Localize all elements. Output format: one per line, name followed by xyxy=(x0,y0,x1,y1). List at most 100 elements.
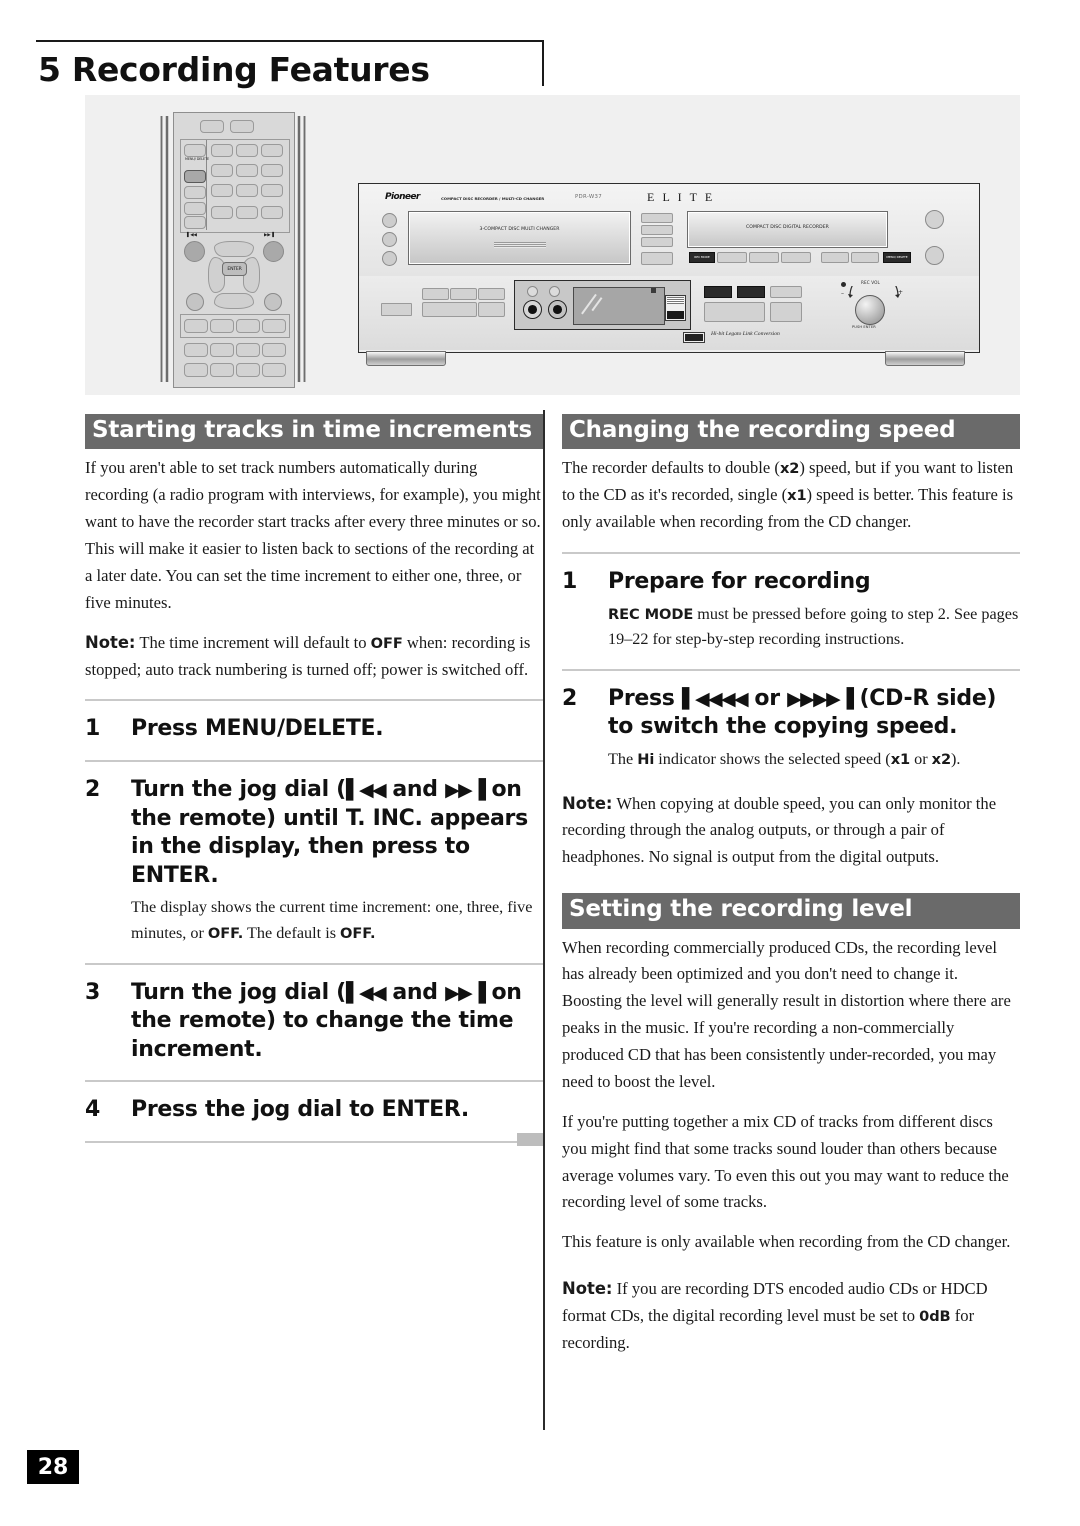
remote-round-button-left[interactable] xyxy=(186,293,204,311)
remote-top-button-2[interactable] xyxy=(230,120,254,133)
remote-bottom-3[interactable] xyxy=(236,343,260,357)
deck-lower-btn-4[interactable] xyxy=(422,302,477,317)
remote-left-edge xyxy=(165,116,169,382)
note-off-1: OFF xyxy=(370,634,403,652)
deck-elite-button-1[interactable] xyxy=(641,213,673,223)
remote-bottom-1[interactable] xyxy=(184,343,208,357)
remote-transport-1[interactable] xyxy=(184,319,208,333)
remote-key-3[interactable] xyxy=(261,144,283,157)
rec-mode-emphasis: REC MODE xyxy=(608,605,694,623)
remote-key-l3[interactable] xyxy=(184,186,206,199)
speed-step-2: 2 Press ▌◀◀◀◀ or ▶▶▶▶▐ (CD-R side) to sw… xyxy=(562,685,1020,773)
remote-enter-button[interactable]: ENTER xyxy=(222,262,247,276)
remote-key-8[interactable] xyxy=(236,184,258,197)
remote-bottom-7[interactable] xyxy=(236,363,260,377)
remote-key-4[interactable] xyxy=(211,164,233,177)
deck-knob-top[interactable] xyxy=(925,210,944,229)
remote-key-1[interactable] xyxy=(211,144,233,157)
remote-bottom-6[interactable] xyxy=(210,363,234,377)
remote-key-l4[interactable] xyxy=(184,202,206,215)
deck-lower-btn-3[interactable] xyxy=(478,288,505,300)
deck-button-d[interactable] xyxy=(821,252,849,263)
deck-lower-btn-5[interactable] xyxy=(478,302,505,317)
step-2: 2 Turn the jog dial (▌◀◀ and ▶▶▐ on the … xyxy=(85,776,543,947)
speed-step-1-title: Prepare for recording xyxy=(608,569,871,594)
deck-lower-btn-1[interactable] xyxy=(422,288,449,300)
deck-lower-btn-2[interactable] xyxy=(450,288,477,300)
deck-lr-button-4[interactable] xyxy=(704,302,765,322)
note-label: Note: xyxy=(562,1279,613,1299)
deck-lr-button-1[interactable] xyxy=(704,286,732,298)
remote-key-5[interactable] xyxy=(236,164,258,177)
deck-knob-mid[interactable] xyxy=(925,246,944,265)
rule-before-step-2 xyxy=(85,759,543,762)
jog-dial-up[interactable] xyxy=(214,241,254,257)
remote-key-6[interactable] xyxy=(261,164,283,177)
step-2-sub-b: The default is xyxy=(243,923,341,942)
rec-vol-minus: – xyxy=(841,290,845,297)
remote-key-9[interactable] xyxy=(261,184,283,197)
remote-bottom-5[interactable] xyxy=(184,363,208,377)
remote-menu-delete-button[interactable] xyxy=(184,170,206,183)
recording-speed-intro: The recorder defaults to double (x2) spe… xyxy=(562,455,1020,536)
deck-lr-button-2[interactable] xyxy=(737,286,765,298)
remote-control-illustration: MENU/ DELETE ▌◀◀ ▶▶▐ ENTER xyxy=(159,112,307,388)
step-2-off-1: OFF. xyxy=(207,924,244,942)
step-4: 4 Press the jog dial to ENTER. xyxy=(85,1096,543,1125)
remote-key-11[interactable] xyxy=(236,206,258,219)
elite-logo: E L I T E xyxy=(647,190,715,204)
remote-key-10[interactable] xyxy=(211,206,233,219)
hdcd-badge xyxy=(665,295,686,321)
remote-transport-3[interactable] xyxy=(236,319,260,333)
step-3-title: Turn the jog dial (▌◀◀ and ▶▶▐ on the re… xyxy=(131,979,543,1065)
recording-level-para-3: This feature is only available when reco… xyxy=(562,1232,1011,1252)
deck-elite-button-4[interactable] xyxy=(641,252,673,265)
rec-mode-button[interactable]: REC MODE xyxy=(689,252,715,263)
deck-button-b[interactable] xyxy=(749,252,779,263)
remote-key-7[interactable] xyxy=(211,184,233,197)
speed-x2-2: x2 xyxy=(931,750,952,768)
skip-back-icon: ▌◀◀ xyxy=(345,981,387,1004)
digital-recorder-tray[interactable]: COMPACT DISC DIGITAL RECORDER xyxy=(687,211,888,248)
time-increments-note: Note: The time increment will default to… xyxy=(85,630,543,684)
remote-skip-back-button[interactable] xyxy=(184,241,205,262)
remote-menu-delete-label: MENU/ DELETE xyxy=(185,157,210,161)
time-increments-intro: If you aren't able to set track numbers … xyxy=(85,458,541,612)
level-0db-emphasis: 0dB xyxy=(919,1308,951,1326)
speed-step-2-title-a: Press xyxy=(608,685,682,711)
deck-lr-button-5[interactable] xyxy=(770,302,802,322)
skip-back-icon: ▌◀◀ xyxy=(187,233,197,238)
deck-elite-button-2[interactable] xyxy=(641,225,673,235)
deck-lr-button-3[interactable] xyxy=(770,286,802,298)
section-header-recording-level: Setting the recording level xyxy=(562,893,1020,929)
remote-key-l1[interactable] xyxy=(184,144,206,157)
remote-top-button-1[interactable] xyxy=(200,120,224,133)
remote-bottom-2[interactable] xyxy=(210,343,234,357)
remote-transport-2[interactable] xyxy=(210,319,234,333)
deck-lower-wide-button[interactable] xyxy=(381,303,412,316)
remote-key-12[interactable] xyxy=(261,206,283,219)
deck-button-e[interactable] xyxy=(851,252,879,263)
remote-bottom-8[interactable] xyxy=(262,363,286,377)
display-led-1 xyxy=(527,286,538,297)
remote-bottom-4[interactable] xyxy=(262,343,286,357)
remote-key-2[interactable] xyxy=(236,144,258,157)
rec-vol-knob[interactable] xyxy=(855,295,885,325)
remote-round-button-right[interactable] xyxy=(264,293,282,311)
remote-skip-forward-button[interactable] xyxy=(263,241,284,262)
note-label: Note: xyxy=(85,632,136,652)
recording-level-para-1: When recording commercially produced CDs… xyxy=(562,937,1011,1091)
remote-transport-4[interactable] xyxy=(262,319,286,333)
speed-step-2-title: Press ▌◀◀◀◀ or ▶▶▶▶▐ (CD-R side) to swit… xyxy=(608,685,1020,742)
deck-button-c[interactable] xyxy=(781,252,811,263)
remote-right-outer-edge xyxy=(303,116,306,382)
skip-back-icon: ▌◀◀◀◀ xyxy=(681,687,749,710)
hi-indicator-emphasis: Hi xyxy=(637,750,655,768)
deck-button-a[interactable] xyxy=(717,252,747,263)
multi-changer-tray[interactable]: 3-COMPACT DISC MULTI CHANGER xyxy=(408,211,631,265)
deck-menu-delete-button[interactable]: MENU/ DELETE xyxy=(883,252,911,263)
jog-dial-down[interactable] xyxy=(214,293,254,309)
remote-body: MENU/ DELETE ▌◀◀ ▶▶▐ ENTER xyxy=(173,112,295,388)
deck-elite-button-3[interactable] xyxy=(641,237,673,247)
remote-key-l5[interactable] xyxy=(184,216,206,229)
